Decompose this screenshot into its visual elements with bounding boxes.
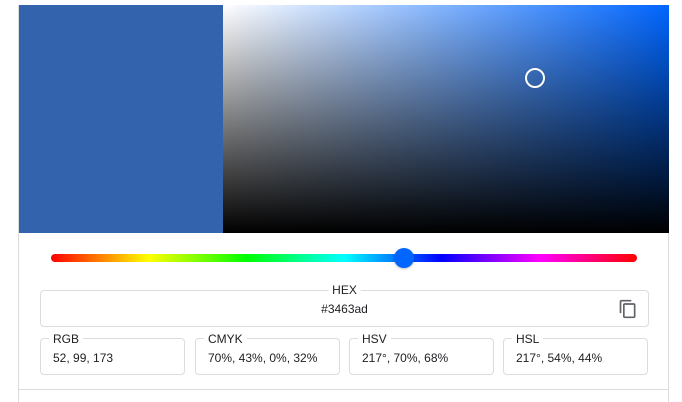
cmyk-value[interactable]: 70%, 43%, 0%, 32%	[208, 351, 317, 365]
color-swatch	[19, 5, 223, 233]
rgb-value[interactable]: 52, 99, 173	[53, 351, 113, 365]
hsv-label: HSV	[358, 332, 391, 346]
color-picker-card: HEX #3463ad RGB 52, 99, 173 CMYK 70%, 43…	[18, 5, 669, 402]
card-divider	[19, 389, 668, 390]
hex-label: HEX	[328, 282, 361, 298]
saturation-value-area[interactable]	[223, 5, 669, 233]
hex-value[interactable]: #3463ad	[41, 302, 648, 316]
hsl-value[interactable]: 217°, 54%, 44%	[516, 351, 602, 365]
rgb-field[interactable]: RGB 52, 99, 173	[40, 332, 185, 375]
value-gradient	[223, 5, 669, 233]
hsv-value[interactable]: 217°, 70%, 68%	[362, 351, 448, 365]
hex-field[interactable]: HEX #3463ad	[40, 282, 649, 327]
hsl-field[interactable]: HSL 217°, 54%, 44%	[503, 332, 648, 375]
cmyk-field[interactable]: CMYK 70%, 43%, 0%, 32%	[195, 332, 340, 375]
saturation-value-handle[interactable]	[525, 67, 546, 88]
hue-slider-handle[interactable]	[394, 248, 415, 268]
copy-icon[interactable]	[618, 299, 638, 319]
hsv-field[interactable]: HSV 217°, 70%, 68%	[349, 332, 494, 375]
rgb-label: RGB	[49, 332, 84, 346]
cmyk-label: CMYK	[204, 332, 247, 346]
hsl-label: HSL	[512, 332, 544, 346]
hue-slider[interactable]	[51, 248, 637, 268]
